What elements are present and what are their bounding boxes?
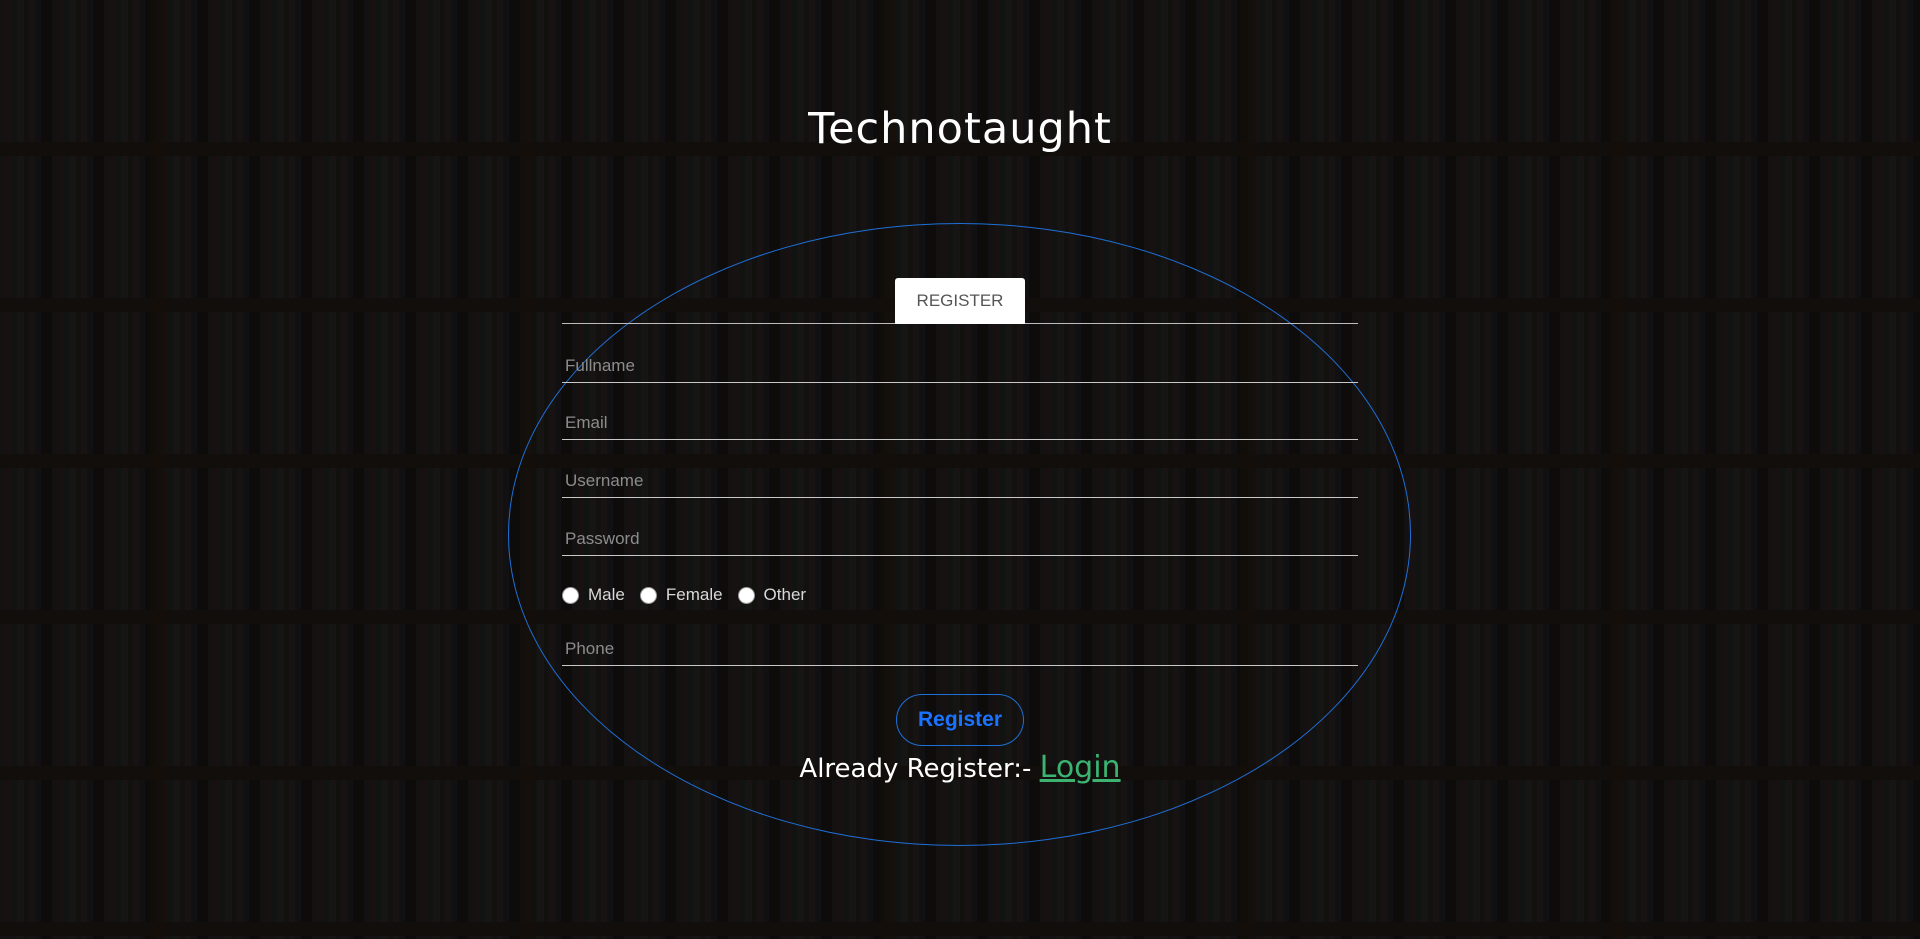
password-field[interactable]	[562, 522, 1358, 556]
gender-radio-other[interactable]	[737, 586, 755, 604]
email-field[interactable]	[562, 406, 1358, 440]
login-prompt-text: Already Register:-	[799, 754, 1040, 784]
login-prompt: Already Register:- Login	[0, 750, 1920, 785]
username-field[interactable]	[562, 464, 1358, 498]
gender-label-male: Male	[588, 585, 625, 604]
phone-field[interactable]	[562, 632, 1358, 666]
gender-label-female: Female	[665, 585, 723, 604]
page-title: Technotaught	[808, 104, 1112, 154]
register-button[interactable]: Register	[896, 694, 1024, 746]
gender-label-other: Other	[763, 585, 807, 604]
gender-radio-group: Male Female Other	[562, 583, 821, 607]
tab-register[interactable]: REGISTER	[895, 278, 1025, 324]
login-link[interactable]: Login	[1040, 750, 1121, 785]
gender-radio-female[interactable]	[639, 586, 657, 604]
gender-radio-male[interactable]	[562, 586, 579, 604]
fullname-field[interactable]	[562, 349, 1358, 383]
